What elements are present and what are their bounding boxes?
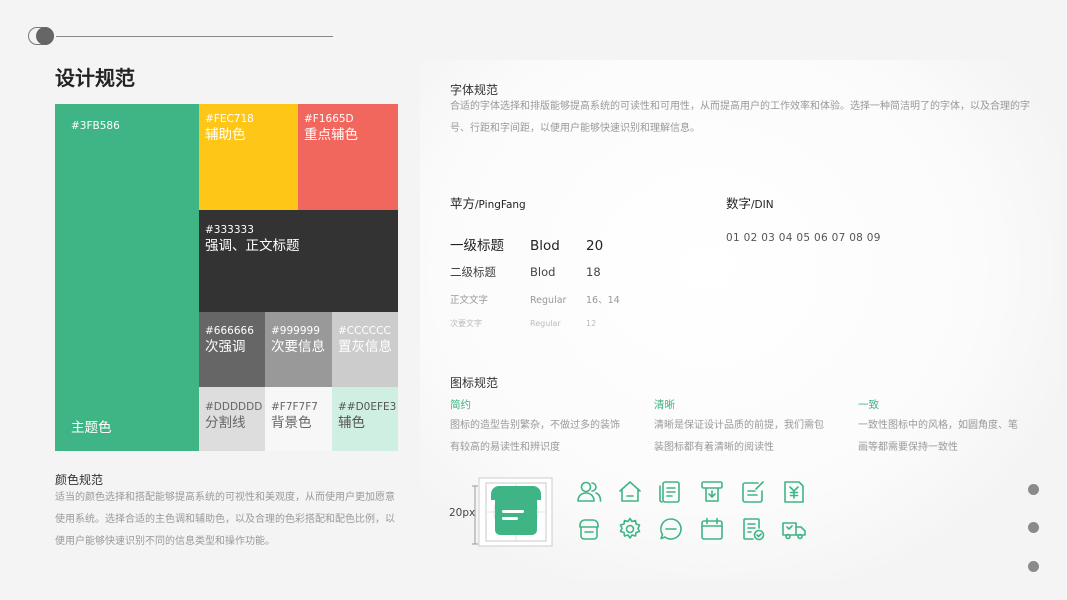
swatch-label: 次强调 (205, 339, 246, 355)
users-icon (576, 479, 602, 505)
color-spec-title: 颜色规范 (55, 473, 104, 487)
swatch-aux2: #F1665D 重点辅色 (298, 104, 398, 210)
header-line (56, 36, 333, 37)
icon-col-desc-consistent: 一致性图标中的风格，如圆角度、笔 画等都需要保持一致性 (858, 415, 1018, 459)
swatch-hex: #CCCCCC (338, 325, 391, 337)
desc-line: 合适的字体选择和排版能够提高系统的可读性和可用性，从而提高用户的工作效率和体验。… (450, 101, 1030, 112)
toggle-switch[interactable] (28, 27, 54, 45)
swatch-gray1: #666666 次强调 (199, 312, 265, 387)
swatch-hex: #DDDDDD (205, 401, 263, 413)
toggle-knob[interactable] (36, 27, 54, 45)
desc-line: 号、行距和字间距，以便用户能够快速识别和理解信息。 (450, 123, 700, 134)
swatch-label: 辅色 (338, 415, 365, 431)
type-size: 18 (586, 265, 601, 279)
type-name: 次要文字 (450, 319, 482, 328)
settings-icon (617, 516, 643, 542)
swatch-primary: #3FB586 主题色 (55, 104, 199, 451)
swatch-hex: #FEC718 (205, 113, 254, 125)
type-name: 二级标题 (450, 265, 496, 279)
swatch-label: 次要信息 (271, 339, 325, 355)
desc-line: 一致性图标中的风格，如圆角度、笔 (858, 420, 1018, 431)
type-name: 一级标题 (450, 238, 504, 254)
swatch-aux3: ##D0EFE3 辅色 (332, 387, 398, 451)
page-title: 设计规范 (55, 66, 135, 90)
type-row-h2: 二级标题 Blod 18 (450, 264, 601, 280)
desc-line: 装图标都有着清晰的阅读性 (654, 442, 774, 453)
home-icon (617, 479, 643, 505)
swatch-label: 主题色 (71, 420, 112, 436)
type-row-body: 正文文字 Regular 16、14 (450, 292, 620, 306)
desc-line: 图标的造型告别繁杂，不做过多的装饰 (450, 420, 620, 431)
type-size: 16、14 (586, 295, 620, 306)
swatch-hex: #F1665D (304, 113, 354, 125)
swatch-divider: #DDDDDD 分割线 (199, 387, 265, 451)
icon-col-title-simple: 简约 (450, 399, 471, 411)
shop-icon (576, 516, 602, 542)
icon-col-title-clear: 清晰 (654, 399, 675, 411)
icon-spec-title: 图标规范 (450, 376, 499, 390)
swatch-label: 置灰信息 (338, 339, 392, 355)
desc-line: 画等都需要保持一致性 (858, 442, 958, 453)
font-family-cn-main: 苹方 (450, 196, 476, 211)
swatch-aux1: #FEC718 辅助色 (199, 104, 298, 210)
type-size: 20 (586, 238, 604, 254)
type-name: 正文文字 (450, 295, 489, 306)
desc-line: 便用户能够快速识别不同的信息类型和操作功能。 (55, 536, 275, 547)
swatch-label: 重点辅色 (304, 127, 358, 143)
swatch-hex: #3FB586 (71, 120, 120, 132)
swatch-hex: #666666 (205, 325, 254, 337)
chat-icon (658, 516, 684, 542)
swatch-hex: ##D0EFE3 (338, 401, 397, 413)
payment-icon (781, 479, 807, 505)
swatch-hex: #333333 (205, 224, 254, 236)
swatch-label: 分割线 (205, 415, 246, 431)
font-family-cn: 苹方/PingFang (450, 193, 526, 212)
font-family-num-main: 数字 (726, 196, 752, 211)
swatch-label: 背景色 (271, 415, 312, 431)
font-family-num: 数字/DIN (726, 193, 774, 212)
desc-line: 适当的颜色选择和搭配能够提高系统的可视性和美观度，从而使用户更加愿意 (55, 492, 395, 503)
digit-sample: 01 02 03 04 05 06 07 08 09 (726, 232, 881, 244)
document-icon (658, 479, 684, 505)
swatch-dark: #333333 强调、正文标题 (199, 210, 398, 312)
swatch-hex: #999999 (271, 325, 320, 337)
swatch-gray3: #CCCCCC 置灰信息 (332, 312, 398, 387)
icon-grid-demo (472, 477, 553, 547)
type-row-h1: 一级标题 Blod 20 (450, 234, 603, 254)
type-weight: Regular (530, 295, 567, 306)
pager-dot[interactable] (1028, 522, 1039, 533)
font-spec-desc: 合适的字体选择和排版能够提高系统的可读性和可用性，从而提高用户的工作效率和体验。… (450, 96, 1040, 140)
edit-icon (740, 479, 766, 505)
icon-col-desc-clear: 清晰是保证设计品质的前提，我们需包 装图标都有着清晰的阅读性 (654, 415, 824, 459)
type-size: 12 (586, 319, 597, 328)
swatch-label: 强调、正文标题 (205, 238, 300, 254)
icon-col-desc-simple: 图标的造型告别繁杂，不做过多的装饰 有较高的易读性和辨识度 (450, 415, 620, 459)
checklist-icon (740, 516, 766, 542)
calendar-icon (699, 516, 725, 542)
type-weight: Blod (530, 265, 556, 279)
font-family-cn-sub: /PingFang (475, 199, 526, 211)
swatch-gray2: #999999 次要信息 (265, 312, 332, 387)
print-icon (699, 479, 725, 505)
type-row-secondary: 次要文字 Regular 12 (450, 318, 596, 329)
desc-line: 有较高的易读性和辨识度 (450, 442, 560, 453)
delivery-truck-icon (781, 516, 807, 542)
color-spec-desc: 适当的颜色选择和搭配能够提高系统的可视性和美观度，从而使用户更加愿意 使用系统。… (55, 487, 405, 553)
type-weight: Regular (530, 319, 561, 328)
swatch-label: 辅助色 (205, 127, 246, 143)
font-family-num-sub: /DIN (751, 199, 774, 211)
icon-col-title-consistent: 一致 (858, 399, 879, 411)
desc-line: 清晰是保证设计品质的前提，我们需包 (654, 420, 824, 431)
desc-line: 使用系统。选择合适的主色调和辅助色，以及合理的色彩搭配和配色比例，以 (55, 514, 395, 525)
pager-dot[interactable] (1028, 561, 1039, 572)
swatch-bg: #F7F7F7 背景色 (265, 387, 332, 451)
swatch-hex: #F7F7F7 (271, 401, 318, 413)
pager-dot[interactable] (1028, 484, 1039, 495)
type-weight: Blod (530, 238, 560, 254)
